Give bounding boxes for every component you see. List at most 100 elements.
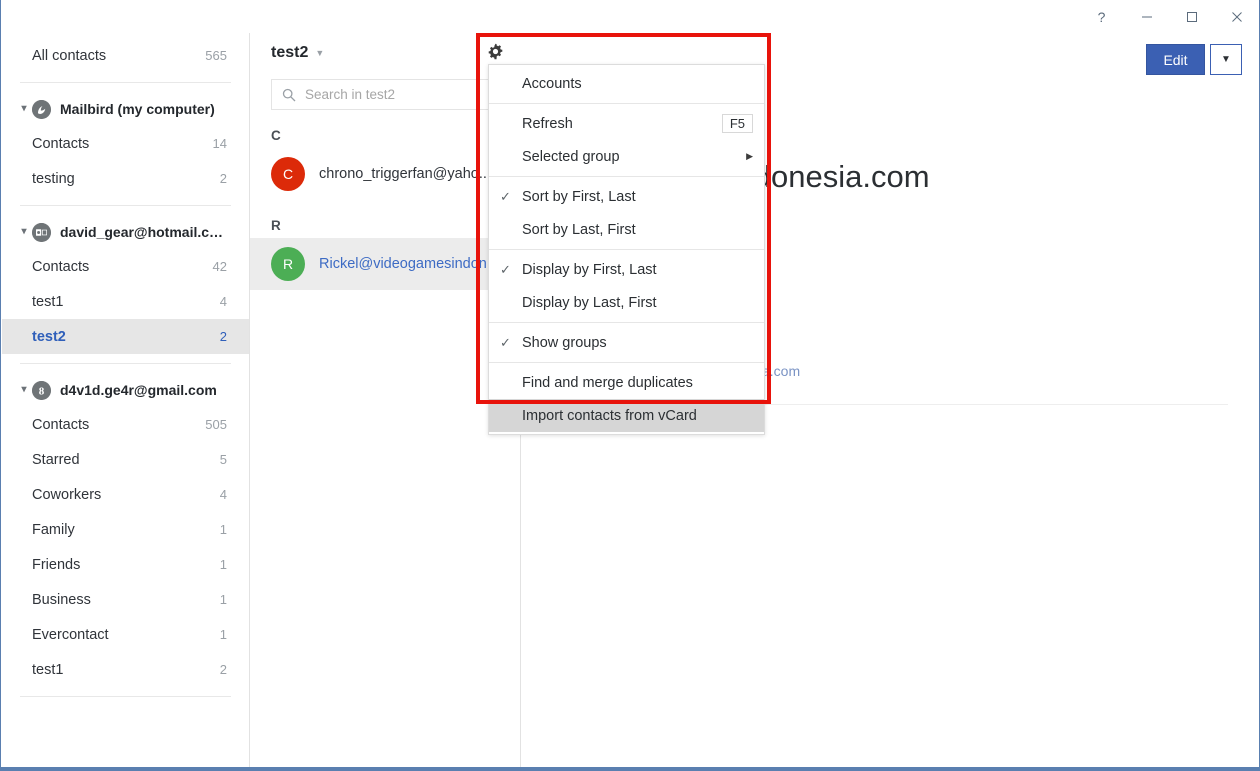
sidebar-item-label: test2 — [32, 328, 66, 345]
menu-item-find-and-merge-duplicates[interactable]: Find and merge duplicates — [489, 366, 764, 399]
sidebar-item-evercontact[interactable]: Evercontact 1 — [2, 617, 249, 652]
menu-item-label: Find and merge duplicates — [522, 374, 693, 391]
sidebar-item-label: Friends — [32, 556, 81, 573]
gear-icon[interactable] — [487, 43, 504, 60]
sidebar-item-count: 1 — [219, 522, 227, 537]
maximize-icon[interactable] — [1169, 0, 1214, 33]
sidebar-item-label: testing — [32, 170, 75, 187]
search-icon — [282, 88, 296, 102]
sidebar-item-test1[interactable]: test1 4 — [2, 284, 249, 319]
sidebar-item-contacts[interactable]: Contacts 42 — [2, 249, 249, 284]
menu-item-sort-by-first-last[interactable]: ✓ Sort by First, Last — [489, 180, 764, 213]
google-icon: 8 — [32, 380, 51, 400]
search-box[interactable] — [271, 79, 506, 110]
sidebar-item-label: Contacts — [32, 135, 90, 152]
contact-list-panel: test2 ▼ CCchrono_triggerfan@yah — [250, 33, 521, 769]
sidebar-item-count: 42 — [212, 259, 227, 274]
search-input[interactable] — [305, 87, 495, 102]
sidebar-item-count: 14 — [212, 136, 227, 151]
close-icon[interactable] — [1214, 0, 1259, 33]
menu-item-refresh[interactable]: Refresh F5 — [489, 107, 764, 140]
window-bottom-frame — [1, 767, 1259, 770]
chevron-down-icon[interactable]: ▼ — [315, 48, 324, 58]
sidebar-item-count: 4 — [219, 294, 227, 309]
account-header[interactable]: ▾ 8 d4v1d.ge4r@gmail.com — [2, 373, 249, 407]
contact-list-item[interactable]: R Rickel@videogamesindon... — [250, 238, 520, 290]
contact-list-item[interactable]: Cchrono_triggerfan@yaho... — [250, 148, 520, 200]
sidebar: All contacts 565 ▾ Mailbird (my computer)… — [2, 33, 250, 769]
contact-name: chrono_triggerfan@yaho... — [319, 166, 491, 182]
menu-separator — [489, 103, 764, 104]
help-icon[interactable]: ? — [1079, 0, 1124, 33]
avatar: R — [271, 247, 305, 281]
minimize-icon[interactable] — [1124, 0, 1169, 33]
menu-item-label: Sort by First, Last — [522, 188, 636, 205]
sidebar-item-label: Starred — [32, 451, 80, 468]
edit-dropdown-button[interactable]: ▼ — [1210, 44, 1242, 75]
chevron-down-icon[interactable]: ▾ — [16, 385, 32, 395]
account-name: david_gear@hotmail.com — [60, 224, 227, 240]
menu-separator — [489, 362, 764, 363]
sidebar-item-contacts[interactable]: Contacts 505 — [2, 407, 249, 442]
settings-dropdown-menu[interactable]: Accounts Refresh F5 Selected group ▶ ✓ Sort by… — [488, 64, 765, 435]
mailbird-icon — [32, 99, 51, 119]
menu-item-import-contacts-from-vcard[interactable]: Import contacts from vCard — [489, 399, 764, 432]
chevron-down-icon[interactable]: ▾ — [16, 104, 32, 114]
chevron-down-icon[interactable]: ▾ — [16, 227, 32, 237]
menu-item-selected-group[interactable]: Selected group ▶ — [489, 140, 764, 173]
menu-item-label: Display by First, Last — [522, 261, 657, 278]
menu-item-display-by-last-first[interactable]: Display by Last, First — [489, 286, 764, 319]
sidebar-item-label: All contacts — [32, 47, 107, 64]
sidebar-divider — [20, 82, 231, 83]
contact-group-letter: R — [271, 218, 281, 233]
settings-toolbar — [480, 37, 767, 65]
check-icon: ✓ — [500, 335, 511, 350]
menu-item-shortcut: F5 — [721, 114, 753, 133]
menu-item-accounts[interactable]: Accounts — [489, 67, 764, 100]
sidebar-item-testing[interactable]: testing 2 — [2, 161, 249, 196]
sidebar-item-family[interactable]: Family 1 — [2, 512, 249, 547]
edit-button[interactable]: Edit — [1146, 44, 1205, 75]
title-bar: ? — [1, 0, 1259, 33]
menu-item-label: Refresh — [522, 115, 573, 132]
sidebar-item-label: Coworkers — [32, 486, 102, 503]
account-name: d4v1d.ge4r@gmail.com — [60, 382, 217, 398]
account-header[interactable]: ▾ Mailbird (my computer) — [2, 92, 249, 126]
menu-item-label: Sort by Last, First — [522, 221, 636, 238]
sidebar-item-count: 505 — [205, 417, 227, 432]
sidebar-item-test2[interactable]: test2 2 — [2, 319, 249, 354]
sidebar-item-friends[interactable]: Friends 1 — [2, 547, 249, 582]
check-icon: ✓ — [500, 262, 511, 277]
sidebar-item-count: 1 — [219, 557, 227, 572]
menu-item-sort-by-last-first[interactable]: Sort by Last, First — [489, 213, 764, 246]
sidebar-divider — [20, 696, 231, 697]
menu-separator — [489, 176, 764, 177]
sidebar-item-coworkers[interactable]: Coworkers 4 — [2, 477, 249, 512]
menu-item-display-by-first-last[interactable]: ✓ Display by First, Last — [489, 253, 764, 286]
sidebar-item-all-contacts[interactable]: All contacts 565 — [2, 38, 249, 73]
sidebar-item-count: 2 — [219, 662, 227, 677]
contact-list-title: test2 — [271, 44, 309, 61]
contact-email-link[interactable]: a.com — [762, 363, 800, 379]
sidebar-item-contacts[interactable]: Contacts 14 — [2, 126, 249, 161]
sidebar-item-count: 5 — [219, 452, 227, 467]
menu-separator — [489, 322, 764, 323]
sidebar-item-count: 1 — [219, 627, 227, 642]
contact-name: Rickel@videogamesindon... — [319, 256, 499, 272]
sidebar-item-label: test1 — [32, 661, 64, 678]
detail-actions: Edit ▼ — [1146, 44, 1242, 75]
mailbird-contacts-window: ? All contacts 565 ▾ Mailbird (my compute… — [0, 0, 1260, 771]
menu-item-show-groups[interactable]: ✓ Show groups — [489, 326, 764, 359]
menu-item-label: Display by Last, First — [522, 294, 657, 311]
chevron-right-icon: ▶ — [746, 151, 753, 161]
sidebar-item-count: 565 — [205, 48, 227, 63]
sidebar-item-test1[interactable]: test1 2 — [2, 652, 249, 687]
sidebar-item-label: Family — [32, 521, 75, 538]
sidebar-item-business[interactable]: Business 1 — [2, 582, 249, 617]
sidebar-item-count: 2 — [219, 171, 227, 186]
avatar: C — [271, 157, 305, 191]
account-header[interactable]: ▾ david_gear@hotmail.com — [2, 215, 249, 249]
menu-item-label: Selected group — [522, 148, 620, 165]
sidebar-item-count: 1 — [219, 592, 227, 607]
sidebar-item-starred[interactable]: Starred 5 — [2, 442, 249, 477]
